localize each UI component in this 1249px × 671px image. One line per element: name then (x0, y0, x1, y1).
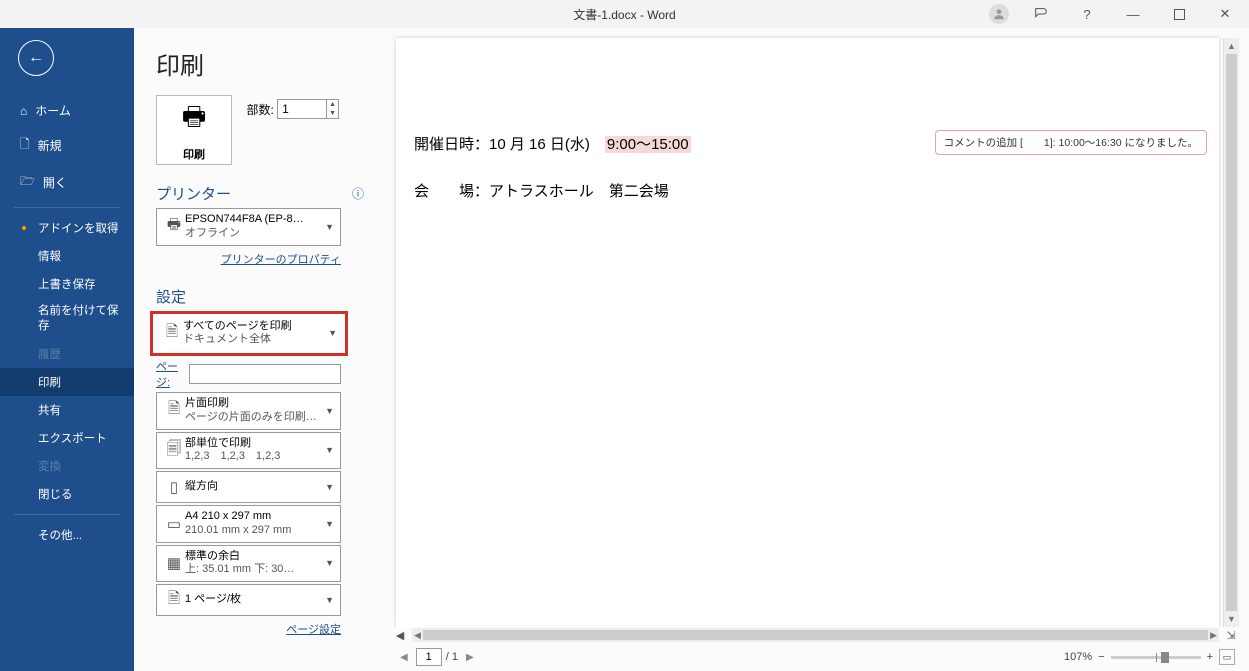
margins-icon: ▦ (163, 552, 185, 574)
printer-icon: 🖶 (182, 98, 207, 142)
prev-page-button[interactable]: ◀ (396, 652, 412, 663)
nav-home[interactable]: ⌂ホーム (0, 94, 134, 127)
orientation-selector[interactable]: ▯ 縦方向 ▼ (156, 471, 341, 503)
page-title: 印刷 (156, 46, 364, 81)
printer-section-label: プリンター (156, 183, 231, 204)
nav-save[interactable]: 上書き保存 (0, 270, 134, 298)
vertical-scrollbar[interactable]: ▲ ▼ (1223, 38, 1239, 627)
window-title: 文書-1.docx - Word (573, 6, 675, 23)
print-settings-panel: 印刷 🖶 印刷 部数: ▲▼ プリンター ⓘ 🖶 EPSON744F8A (EP… (134, 28, 382, 671)
scroll-up-icon[interactable]: ▲ (1224, 38, 1239, 54)
chevron-down-icon: ▼ (321, 445, 334, 455)
copies-label: 部数: (246, 101, 273, 118)
minimize-button[interactable]: — (1113, 0, 1153, 28)
titlebar: 文書-1.docx - Word ? — ✕ (0, 0, 1249, 28)
zoom-out-button[interactable]: − (1098, 651, 1104, 663)
chevron-down-icon: ▼ (324, 328, 337, 338)
collate-selector[interactable]: 🗐 部単位で印刷1,2,3 1,2,3 1,2,3 ▼ (156, 432, 341, 470)
printer-selector[interactable]: 🖶 EPSON744F8A (EP-8…オフライン ▼ (156, 208, 341, 246)
highlighted-time: 9:00～15:00 (605, 136, 691, 153)
nav-close[interactable]: 閉じる (0, 480, 134, 508)
scroll-thumb[interactable] (1226, 54, 1237, 611)
copies-input[interactable] (277, 99, 327, 119)
zoom-slider[interactable] (1111, 656, 1201, 659)
scroll-thumb[interactable] (423, 630, 1208, 640)
printer-icon: 🖶 (163, 216, 185, 238)
backstage-sidebar: ← ⌂ホーム 🗋新規 🗁開く アドインを取得 情報 上書き保存 名前を付けて保存… (0, 28, 134, 671)
zoom-in-button[interactable]: + (1207, 651, 1213, 663)
print-range-selector[interactable]: 🗎 すべてのページを印刷ドキュメント全体 ▼ (150, 311, 348, 357)
nav-export[interactable]: エクスポート (0, 424, 134, 452)
nav-open[interactable]: 🗁開く (0, 164, 134, 201)
next-page-button[interactable]: ▶ (462, 652, 478, 663)
nav-saveas[interactable]: 名前を付けて保存 (0, 298, 134, 340)
new-icon: 🗋 (20, 135, 30, 156)
scroll-down-icon[interactable]: ▼ (1224, 611, 1239, 627)
printer-properties-link[interactable]: プリンターのプロパティ (221, 254, 341, 266)
chevron-down-icon: ▼ (321, 595, 334, 605)
preview-footer: ◀ / 1 ▶ 107% − + ▭ (382, 643, 1249, 671)
zoom-value: 107% (1064, 651, 1092, 663)
spin-down[interactable]: ▼ (327, 109, 338, 118)
chevron-down-icon: ▼ (321, 482, 334, 492)
settings-section-label: 設定 (156, 286, 186, 307)
nav-history: 履歴 (0, 340, 134, 368)
close-button[interactable]: ✕ (1205, 0, 1245, 28)
spin-up[interactable]: ▲ (327, 100, 338, 109)
scroll-left-end-icon[interactable]: ◀ (392, 627, 408, 643)
nav-print[interactable]: 印刷 (0, 368, 134, 396)
pages-input[interactable] (189, 364, 341, 384)
account-icon[interactable] (989, 4, 1009, 24)
chevron-down-icon: ▼ (321, 558, 334, 568)
help-icon[interactable]: ? (1067, 0, 1107, 28)
page-number-input[interactable] (416, 648, 442, 666)
page-setup-link[interactable]: ページ設定 (286, 624, 341, 636)
dot-icon (22, 226, 26, 230)
page-icon: 🗎 (161, 322, 183, 344)
nav-more[interactable]: その他... (0, 521, 134, 549)
nav-info[interactable]: 情報 (0, 242, 134, 270)
comment-balloon[interactable]: コメントの追加 [ 1]: 10:00～16:30 になりました。 (935, 130, 1207, 155)
scroll-left-icon[interactable]: ◀ (412, 630, 423, 641)
horizontal-scrollbar[interactable]: ◀ ▶ (412, 628, 1219, 642)
home-icon: ⌂ (20, 104, 27, 118)
preview-page: 開催日時：10 月 16 日(水) 9:00～15:00 会 場：アトラスホール… (396, 38, 1219, 627)
sides-selector[interactable]: 🗎 片面印刷ページの片面のみを印刷し… ▼ (156, 392, 341, 430)
margins-selector[interactable]: ▦ 標準の余白上: 35.01 mm 下: 30… ▼ (156, 545, 341, 583)
back-button[interactable]: ← (18, 40, 54, 76)
chevron-down-icon: ▼ (321, 222, 334, 232)
paper-selector[interactable]: ▭ A4 210 x 297 mm210.01 mm x 297 mm ▼ (156, 505, 341, 543)
print-preview: 開催日時：10 月 16 日(水) 9:00～15:00 会 場：アトラスホール… (382, 28, 1249, 671)
switch-view-icon[interactable]: ⇲ (1223, 627, 1239, 643)
print-button[interactable]: 🖶 印刷 (156, 95, 232, 165)
page-icon: 🗎 (163, 400, 185, 422)
nav-share[interactable]: 共有 (0, 396, 134, 424)
nav-new[interactable]: 🗋新規 (0, 127, 134, 164)
separator (14, 514, 120, 515)
maximize-button[interactable] (1159, 0, 1199, 28)
zoom-to-page-button[interactable]: ▭ (1219, 649, 1235, 665)
open-icon: 🗁 (20, 172, 35, 193)
paper-icon: ▭ (163, 513, 185, 535)
document-line-2: 会 場：アトラスホール 第二会場 (414, 180, 1201, 201)
chevron-down-icon: ▼ (321, 519, 334, 529)
portrait-icon: ▯ (163, 476, 185, 498)
coming-soon-icon[interactable] (1021, 0, 1061, 28)
nav-addins[interactable]: アドインを取得 (0, 214, 134, 242)
page-total: / 1 (446, 651, 458, 663)
chevron-down-icon: ▼ (321, 406, 334, 416)
nav-transform: 変換 (0, 452, 134, 480)
collate-icon: 🗐 (163, 439, 185, 461)
separator (14, 207, 120, 208)
sheet-icon: 🗎 (163, 589, 185, 611)
pages-per-sheet-selector[interactable]: 🗎 1 ページ/枚 ▼ (156, 584, 341, 616)
info-icon[interactable]: ⓘ (352, 185, 364, 202)
pages-label: ページ: (156, 358, 185, 390)
scroll-right-icon[interactable]: ▶ (1208, 630, 1219, 641)
